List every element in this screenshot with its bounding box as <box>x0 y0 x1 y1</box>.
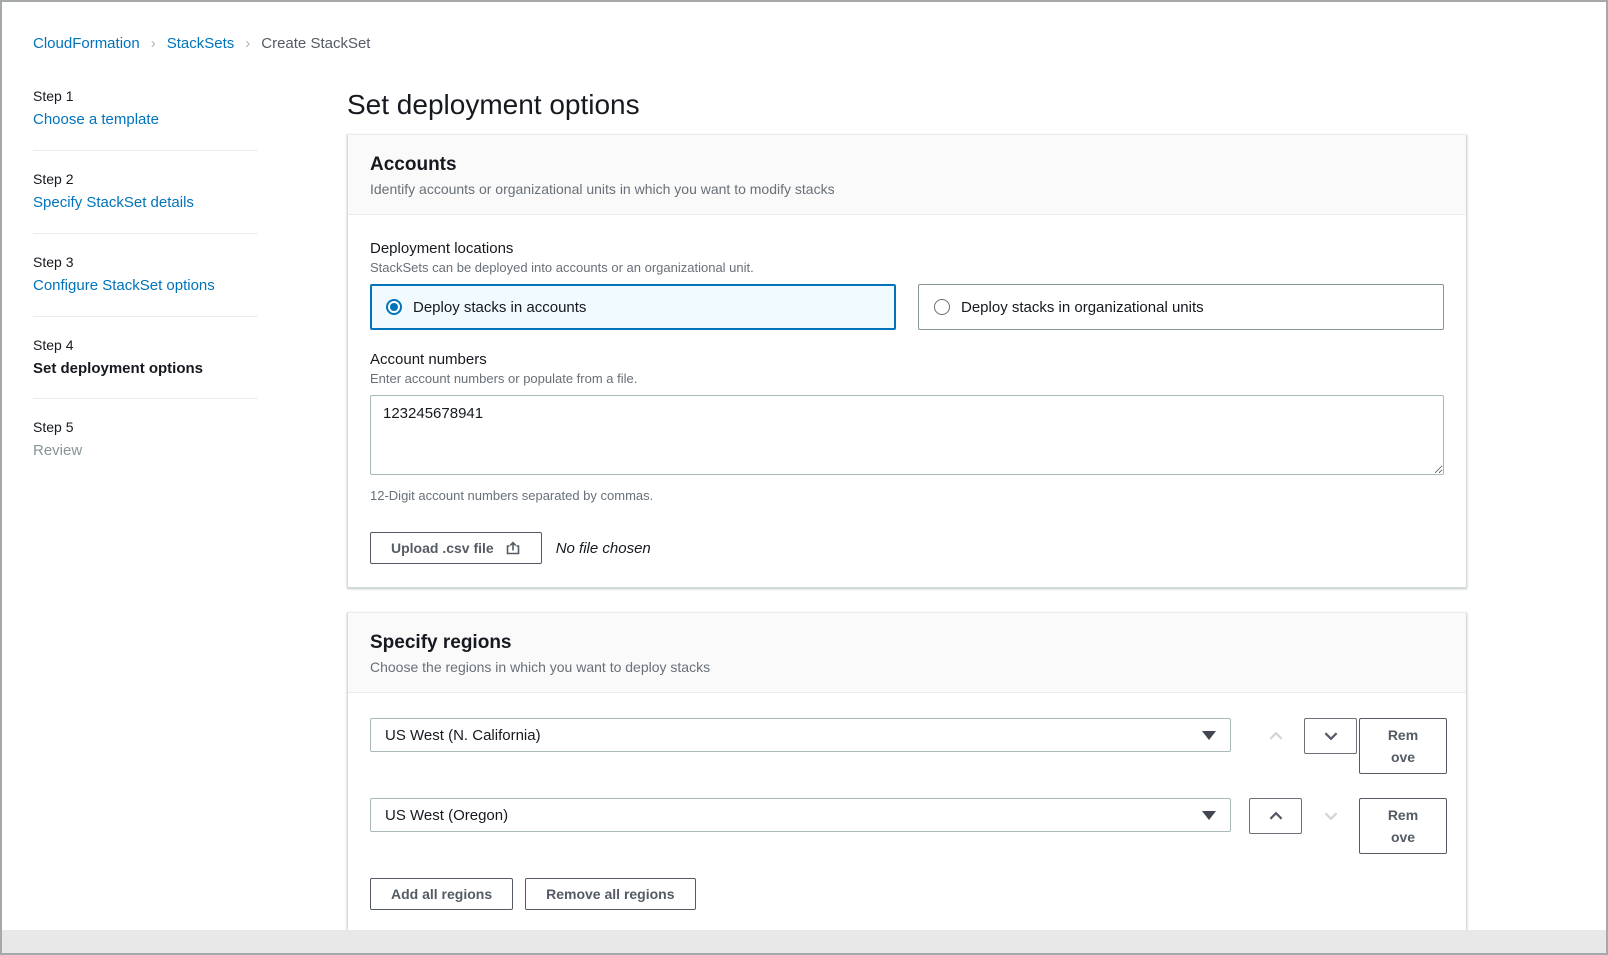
accounts-card-subtitle: Identify accounts or organizational unit… <box>370 181 1444 197</box>
upload-icon <box>505 540 521 556</box>
regions-card-title: Specify regions <box>370 632 1444 654</box>
radio-checked-icon <box>386 299 402 315</box>
step-item-4: Step 4 Set deployment options <box>33 316 258 398</box>
radio-tile-label: Deploy stacks in accounts <box>413 299 586 316</box>
region-select-value: US West (Oregon) <box>385 807 508 824</box>
breadcrumb-separator-icon: › <box>151 35 156 52</box>
breadcrumb-cloudformation[interactable]: CloudFormation <box>33 35 140 52</box>
upload-row: Upload .csv file No file chosen <box>370 532 1444 564</box>
region-select[interactable]: US West (N. California) <box>370 718 1231 752</box>
dropdown-caret-icon <box>1202 731 1216 740</box>
breadcrumb-separator-icon: › <box>245 35 250 52</box>
radio-tile-deploy-stacks-in-organizational-units[interactable]: Deploy stacks in organizational units <box>918 284 1444 330</box>
account-numbers-hint: 12-Digit account numbers separated by co… <box>370 488 1444 503</box>
upload-csv-button[interactable]: Upload .csv file <box>370 532 542 564</box>
accounts-card: Accounts Identify accounts or organizati… <box>347 134 1467 588</box>
step-item-2: Step 2 Specify StackSet details <box>33 150 258 233</box>
remove-region-button[interactable]: Remove <box>1359 798 1447 854</box>
deployment-location-tiles: Deploy stacks in accounts Deploy stacks … <box>370 284 1444 330</box>
remove-all-regions-button[interactable]: Remove all regions <box>525 878 695 910</box>
page-layout: Step 1 Choose a template Step 2 Specify … <box>2 88 1606 955</box>
regions-card-header: Specify regions Choose the regions in wh… <box>348 613 1466 693</box>
window: CloudFormation › StackSets › Create Stac… <box>0 0 1608 955</box>
page-title: Set deployment options <box>347 88 1467 122</box>
upload-button-label: Upload .csv file <box>391 540 494 556</box>
file-status-text: No file chosen <box>556 540 651 557</box>
step-number: Step 5 <box>33 419 258 435</box>
window-bottom-edge <box>2 930 1606 953</box>
step-number: Step 3 <box>33 254 258 270</box>
steps-sidebar: Step 1 Choose a template Step 2 Specify … <box>2 88 347 955</box>
accounts-card-title: Accounts <box>370 154 1444 176</box>
regions-card-subtitle: Choose the regions in which you want to … <box>370 659 1444 675</box>
region-select-value: US West (N. California) <box>385 727 541 744</box>
move-down-button[interactable] <box>1304 718 1357 754</box>
regions-card-body: US West (N. California) <box>348 693 1466 933</box>
deployment-locations-field: Deployment locations StackSets can be de… <box>370 240 1444 330</box>
sidebar-step-choose-a-template[interactable]: Choose a template <box>33 111 159 128</box>
move-up-button[interactable] <box>1249 798 1302 834</box>
accounts-card-body: Deployment locations StackSets can be de… <box>348 215 1466 587</box>
radio-unchecked-icon <box>934 299 950 315</box>
accounts-card-header: Accounts Identify accounts or organizati… <box>348 135 1466 215</box>
step-number: Step 1 <box>33 88 258 104</box>
move-up-button[interactable] <box>1249 718 1302 754</box>
breadcrumb-current-page: Create StackSet <box>261 35 370 52</box>
step-number: Step 2 <box>33 171 258 187</box>
radio-tile-deploy-stacks-in-accounts[interactable]: Deploy stacks in accounts <box>370 284 896 330</box>
dropdown-caret-icon <box>1202 811 1216 820</box>
step-item-1: Step 1 Choose a template <box>33 88 258 150</box>
account-numbers-field: Account numbers Enter account numbers or… <box>370 351 1444 503</box>
account-numbers-label: Account numbers <box>370 351 1444 368</box>
chevron-up-icon <box>1267 727 1285 745</box>
remove-region-button[interactable]: Remove <box>1359 718 1447 774</box>
sidebar-step-configure-stackset-options[interactable]: Configure StackSet options <box>33 277 215 294</box>
regions-card: Specify regions Choose the regions in wh… <box>347 612 1467 934</box>
move-down-button[interactable] <box>1304 798 1357 834</box>
region-row: US West (Oregon) <box>370 798 1444 854</box>
step-number: Step 4 <box>33 337 258 353</box>
breadcrumb: CloudFormation › StackSets › Create Stac… <box>2 2 1606 52</box>
region-row: US West (N. California) <box>370 718 1444 774</box>
step-item-3: Step 3 Configure StackSet options <box>33 233 258 316</box>
deployment-locations-description: StackSets can be deployed into accounts … <box>370 260 1444 275</box>
chevron-up-icon <box>1267 807 1285 825</box>
sidebar-step-review-disabled: Review <box>33 442 258 459</box>
chevron-down-icon <box>1322 807 1340 825</box>
main-content: Set deployment options Accounts Identify… <box>347 88 1467 955</box>
account-numbers-description: Enter account numbers or populate from a… <box>370 371 1444 386</box>
breadcrumb-stacksets[interactable]: StackSets <box>167 35 235 52</box>
sidebar-step-set-deployment-options-current: Set deployment options <box>33 360 258 377</box>
account-numbers-input[interactable]: 123245678941 <box>370 395 1444 475</box>
region-select[interactable]: US West (Oregon) <box>370 798 1231 832</box>
chevron-down-icon <box>1322 727 1340 745</box>
radio-tile-label: Deploy stacks in organizational units <box>961 299 1204 316</box>
step-item-5: Step 5 Review <box>33 398 258 480</box>
sidebar-step-specify-stackset-details[interactable]: Specify StackSet details <box>33 194 194 211</box>
deployment-locations-label: Deployment locations <box>370 240 1444 257</box>
region-actions: Add all regions Remove all regions <box>370 878 1444 910</box>
add-all-regions-button[interactable]: Add all regions <box>370 878 513 910</box>
